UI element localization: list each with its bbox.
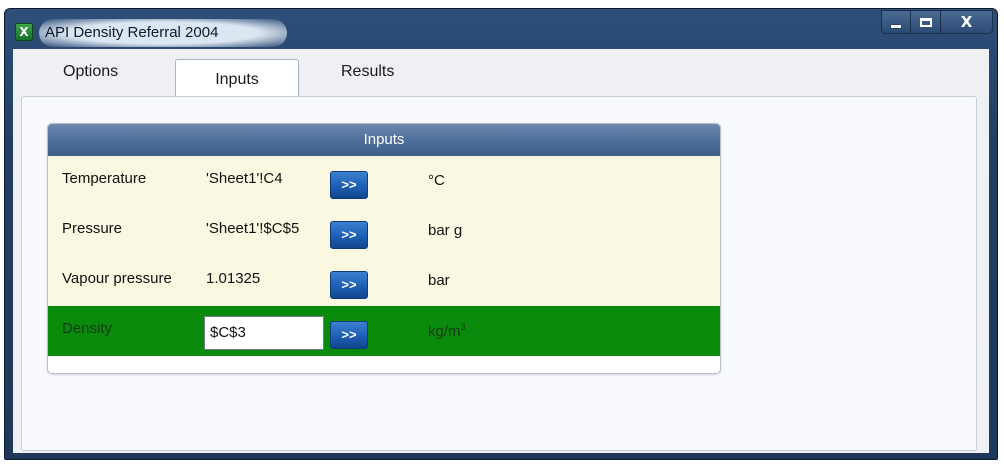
density-unit-base: kg/m (428, 323, 461, 340)
input-row-pressure: Pressure 'Sheet1'!$C$5 >> bar g (48, 206, 720, 256)
input-row-density: Density $C$3 >> kg/m3 (48, 306, 720, 356)
maximize-button[interactable] (911, 10, 941, 34)
tab-results[interactable]: Results (341, 63, 394, 81)
vapour-pressure-select-button[interactable]: >> (330, 271, 368, 299)
close-button[interactable]: X (941, 10, 993, 34)
density-input[interactable]: $C$3 (204, 316, 324, 350)
temperature-label: Temperature (62, 170, 147, 187)
density-unit: kg/m3 (428, 322, 466, 340)
pressure-reference: 'Sheet1'!$C$5 (206, 220, 300, 237)
vapour-pressure-unit: bar (428, 272, 450, 289)
vapour-pressure-value: 1.01325 (206, 270, 261, 287)
window-title: API Density Referral 2004 (45, 24, 219, 41)
app-window: X API Density Referral 2004 X Options In… (4, 8, 998, 460)
excel-icon: X (15, 23, 33, 41)
title-bar[interactable]: X API Density Referral 2004 X (5, 9, 997, 49)
caption-buttons: X (881, 10, 993, 34)
input-row-vapour-pressure: Vapour pressure 1.01325 >> bar (48, 256, 720, 306)
input-row-temperature: Temperature 'Sheet1'!C4 >> °C (48, 156, 720, 206)
density-label: Density (62, 320, 113, 337)
tab-strip: Options Inputs Results (13, 49, 989, 97)
vapour-pressure-label: Vapour pressure (62, 270, 172, 287)
density-select-button[interactable]: >> (330, 321, 368, 349)
maximize-icon (919, 17, 932, 27)
tab-options[interactable]: Options (63, 63, 118, 81)
pressure-label: Pressure (62, 220, 123, 237)
temperature-unit: °C (428, 172, 445, 189)
inputs-group: Inputs Temperature 'Sheet1'!C4 >> °C Pre… (47, 123, 721, 374)
pressure-unit: bar g (428, 222, 463, 239)
client-area: Options Inputs Results Inputs Temperatur… (13, 49, 989, 453)
close-icon: X (960, 13, 973, 31)
minimize-icon (891, 24, 901, 28)
inputs-group-header: Inputs (48, 124, 720, 156)
density-unit-exponent: 3 (460, 322, 466, 332)
temperature-reference: 'Sheet1'!C4 (206, 170, 283, 187)
tab-inputs[interactable]: Inputs (175, 59, 299, 97)
minimize-button[interactable] (881, 10, 911, 34)
tab-inputs-label: Inputs (215, 71, 259, 88)
temperature-select-button[interactable]: >> (330, 171, 368, 199)
pressure-select-button[interactable]: >> (330, 221, 368, 249)
